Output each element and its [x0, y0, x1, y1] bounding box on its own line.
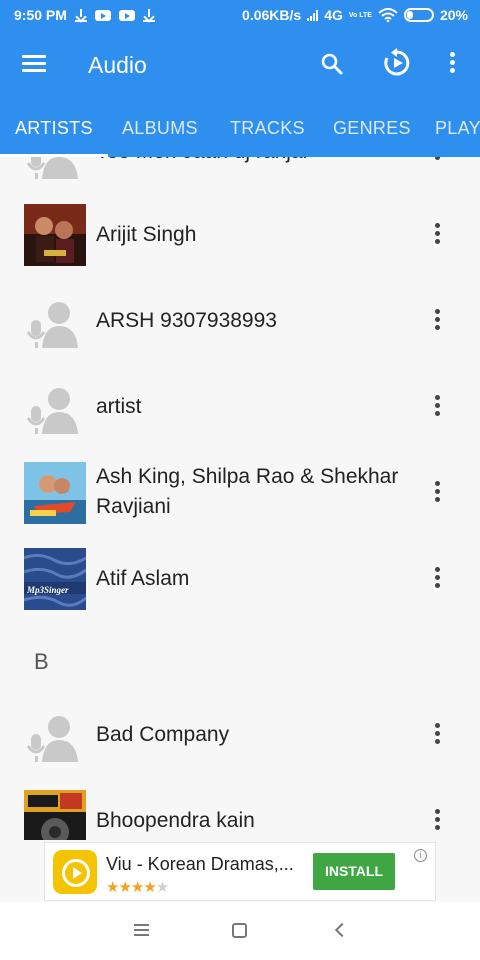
- overflow-icon[interactable]: [430, 309, 444, 335]
- volte-badge: Vo LTE: [348, 11, 372, 19]
- network-speed: 0.06KB/s: [242, 7, 302, 23]
- list-item[interactable]: Mp3Singer Atif Aslam: [0, 536, 480, 622]
- list-item[interactable]: Bad Company: [0, 692, 480, 778]
- home-icon[interactable]: [232, 923, 247, 938]
- overflow-icon[interactable]: [430, 223, 444, 249]
- install-button[interactable]: INSTALL: [313, 853, 395, 890]
- star-icon: ★: [106, 879, 119, 896]
- star-icon: ★: [118, 879, 131, 896]
- tab-artists[interactable]: ARTISTS: [15, 118, 93, 139]
- list-item-label: Teo Meri Jaan dj ranjal: [96, 157, 426, 167]
- ad-rating: ★★★★★: [106, 878, 169, 896]
- youtube-icon: [118, 9, 135, 21]
- ad-info-icon[interactable]: i: [414, 849, 427, 862]
- tab-bar: ARTISTS ALBUMS TRACKS GENRES PLAY: [0, 100, 480, 157]
- album-art: [24, 462, 86, 524]
- artist-list[interactable]: Teo Meri Jaan dj ranjal Arijit Singh: [0, 157, 480, 840]
- list-item[interactable]: artist: [0, 364, 480, 450]
- ad-title: Viu - Korean Dramas,...: [106, 854, 294, 874]
- search-icon[interactable]: [320, 52, 344, 76]
- star-icon: ★: [143, 879, 156, 896]
- signal-icon: [307, 9, 319, 21]
- back-icon[interactable]: [334, 922, 350, 938]
- default-artist-icon: [26, 716, 78, 762]
- ad-banner[interactable]: Viu - Korean Dramas,... ★★★★★ INSTALL i: [44, 842, 436, 901]
- list-item-label: Arijit Singh: [96, 223, 197, 246]
- album-art: [24, 790, 86, 840]
- overflow-icon[interactable]: [430, 809, 444, 835]
- battery-level: 20%: [439, 7, 468, 23]
- viu-logo-icon: [53, 850, 97, 894]
- more-vert-icon[interactable]: [446, 52, 458, 78]
- status-bar: 9:50 PM 0.06KB/s 4G Vo LTE 20%: [0, 0, 480, 30]
- overflow-icon[interactable]: [430, 157, 444, 165]
- overflow-icon[interactable]: [430, 481, 444, 507]
- list-item-label: Bhoopendra kain: [96, 809, 255, 832]
- tab-playlists[interactable]: PLAY: [435, 118, 480, 139]
- list-item-label: Ash King, Shilpa Rao & Shekhar Ravjiani: [96, 465, 399, 518]
- tab-tracks[interactable]: TRACKS: [230, 118, 305, 139]
- album-art: Mp3Singer: [23, 548, 87, 610]
- battery-icon: [403, 8, 434, 22]
- list-item[interactable]: Bhoopendra kain: [0, 778, 480, 840]
- top-header: 9:50 PM 0.06KB/s 4G Vo LTE 20% Audio ART…: [0, 0, 480, 157]
- section-header: B: [34, 649, 49, 674]
- menu-icon[interactable]: [22, 55, 46, 73]
- star-icon: ★: [155, 879, 169, 896]
- tab-indicator: [0, 154, 108, 157]
- list-item[interactable]: Arijit Singh: [0, 192, 480, 278]
- download-icon: [142, 9, 155, 22]
- tab-albums[interactable]: ALBUMS: [122, 118, 198, 139]
- network-type: 4G: [324, 7, 343, 23]
- default-artist-icon: [26, 157, 78, 179]
- list-item[interactable]: Ash King, Shilpa Rao & Shekhar Ravjiani: [0, 450, 480, 536]
- refresh-icon[interactable]: [382, 48, 412, 78]
- recents-icon[interactable]: [134, 924, 149, 939]
- star-icon: ★: [130, 879, 144, 896]
- wifi-icon: [378, 8, 398, 22]
- default-artist-icon: [26, 388, 78, 434]
- overflow-icon[interactable]: [430, 723, 444, 749]
- youtube-icon: [94, 9, 111, 21]
- page-title: Audio: [88, 52, 147, 78]
- album-art-caption: Mp3Singer: [27, 585, 69, 595]
- system-nav-bar: [0, 902, 480, 960]
- list-item-label: ARSH 9307938993: [96, 309, 277, 332]
- list-item[interactable]: Teo Meri Jaan dj ranjal: [0, 157, 480, 195]
- list-item-label: artist: [96, 395, 142, 418]
- list-item[interactable]: ARSH 9307938993: [0, 278, 480, 364]
- status-time: 9:50 PM: [14, 7, 67, 23]
- tab-genres[interactable]: GENRES: [333, 118, 411, 139]
- album-art: [24, 204, 86, 266]
- list-item-label: Bad Company: [96, 723, 230, 746]
- default-artist-icon: [26, 302, 78, 348]
- overflow-icon[interactable]: [430, 395, 444, 421]
- list-item-label: Atif Aslam: [96, 567, 190, 590]
- download-icon: [74, 9, 87, 22]
- overflow-icon[interactable]: [430, 567, 444, 593]
- app-bar: Audio: [0, 30, 480, 100]
